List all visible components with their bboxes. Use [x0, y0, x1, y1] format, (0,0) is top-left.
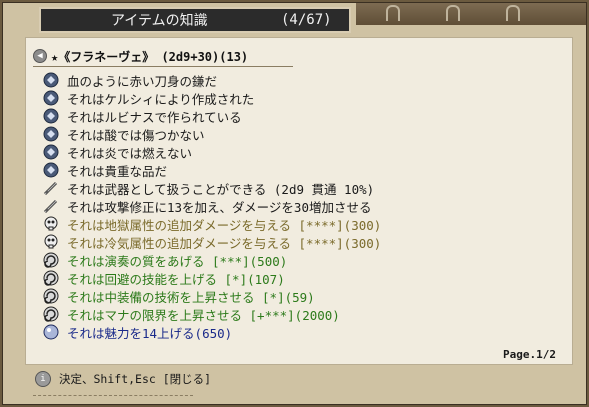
footer-hint-text: 決定、Shift,Esc [閉じる] [59, 372, 212, 386]
knowledge-line: それは武器として扱うことができる (2d9 貫通 10%) [43, 179, 563, 197]
gem-icon [43, 162, 59, 178]
gem-icon [43, 90, 59, 106]
item-name: ★《フラネーヴェ》 (2d9+30)(13) [51, 49, 249, 64]
hint-icon: i [35, 371, 51, 387]
knowledge-text: それは攻撃修正に13を加え、ダメージを30増加させる [67, 199, 372, 215]
knowledge-text: それは回避の技能を上げる [*](107) [67, 271, 285, 287]
knowledge-line: 血のように赤い刀身の鎌だ [43, 71, 563, 89]
knowledge-text: 血のように赤い刀身の鎌だ [67, 73, 218, 89]
knowledge-text: それはケルシィにより作成された [67, 91, 255, 107]
page-indicator: Page.1/2 [503, 348, 556, 361]
hook-icon [506, 5, 520, 21]
knowledge-text: それは炎では燃えない [67, 145, 193, 161]
knowledge-line: それは貴重な品だ [43, 161, 563, 179]
skull-icon [43, 234, 59, 250]
knowledge-line: それはケルシィにより作成された [43, 89, 563, 107]
knowledge-list: 血のように赤い刀身の鎌だそれはケルシィにより作成された それはルビナスで作られてい… [43, 71, 563, 341]
arrow-left-icon: ◀ [33, 49, 47, 63]
knowledge-line: それは酸では傷つかない [43, 125, 563, 143]
knowledge-text: それは地獄属性の追加ダメージを与える [****](300) [67, 217, 382, 233]
orb-icon [43, 324, 59, 340]
knowledge-text: それは武器として扱うことができる (2d9 貫通 10%) [67, 181, 375, 197]
hook-icon [446, 5, 460, 21]
skull-icon [43, 216, 59, 232]
knowledge-text: それは魅力を14上げる(650) [67, 325, 233, 341]
spiral-icon [43, 288, 59, 304]
sword-icon [43, 198, 59, 214]
knowledge-text: それは冷気属性の追加ダメージを与える [****](300) [67, 235, 382, 251]
knowledge-line: それは魅力を14上げる(650) [43, 323, 563, 341]
knowledge-text: それは貴重な品だ [67, 163, 168, 179]
gem-icon [43, 108, 59, 124]
item-header: ◀ ★《フラネーヴェ》 (2d9+30)(13) [33, 46, 293, 67]
knowledge-line: それは演奏の質をあげる [***](500) [43, 251, 563, 269]
spiral-icon [43, 252, 59, 268]
dialog-frame: アイテムの知識 (4/67) ◀ ★《フラネーヴェ》 (2d9+30)(13) … [2, 2, 587, 405]
knowledge-line: それは中装備の技術を上昇させる [*](59) [43, 287, 563, 305]
knowledge-line: それは炎では燃えない [43, 143, 563, 161]
window-title-bar: アイテムの知識 (4/67) [39, 7, 351, 33]
footer-hint: i 決定、Shift,Esc [閉じる] [35, 371, 211, 387]
knowledge-text: それはルビナスで作られている [67, 109, 242, 125]
gem-icon [43, 126, 59, 142]
hook-icon [386, 5, 400, 21]
knowledge-line: それはマナの限界を上昇させる [+***](2000) [43, 305, 563, 323]
knowledge-text: それは酸では傷つかない [67, 127, 205, 143]
spiral-icon [43, 306, 59, 322]
item-count: (4/67) [281, 12, 332, 28]
gem-icon [43, 144, 59, 160]
window-title: アイテムの知識 [111, 13, 208, 29]
knowledge-text: それは演奏の質をあげる [***](500) [67, 253, 288, 269]
knowledge-line: それは冷気属性の追加ダメージを与える [****](300) [43, 233, 563, 251]
bottom-divider [33, 395, 193, 406]
knowledge-line: それは地獄属性の追加ダメージを与える [****](300) [43, 215, 563, 233]
gem-icon [43, 72, 59, 88]
top-decoration [356, 3, 586, 25]
knowledge-line: それはルビナスで作られている [43, 107, 563, 125]
knowledge-line: それは攻撃修正に13を加え、ダメージを30増加させる [43, 197, 563, 215]
knowledge-text: それはマナの限界を上昇させる [+***](2000) [67, 307, 340, 323]
sword-icon [43, 180, 59, 196]
spiral-icon [43, 270, 59, 286]
knowledge-line: それは回避の技能を上げる [*](107) [43, 269, 563, 287]
knowledge-text: それは中装備の技術を上昇させる [*](59) [67, 289, 315, 305]
